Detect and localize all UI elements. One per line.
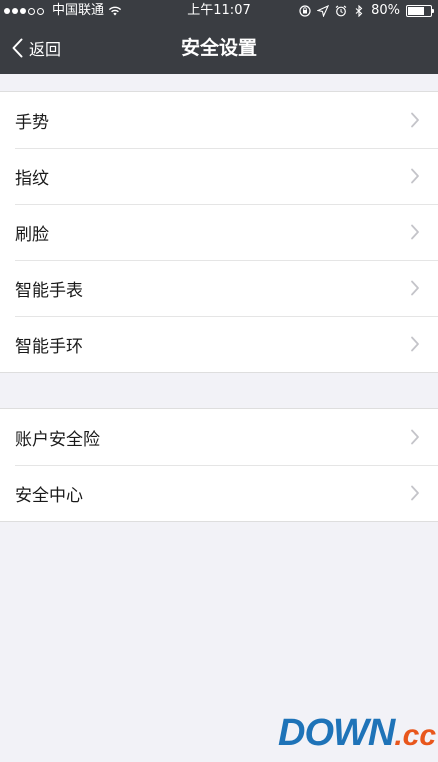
location-icon <box>317 5 330 17</box>
settings-row-smartwatch[interactable]: 智能手表 <box>0 260 438 316</box>
settings-row-fingerprint[interactable]: 指纹 <box>0 148 438 204</box>
row-label: 智能手表 <box>15 280 83 301</box>
chevron-right-icon <box>411 112 419 128</box>
settings-row-account-insurance[interactable]: 账户安全险 <box>0 409 438 465</box>
row-label: 刷脸 <box>15 224 49 245</box>
top-bar: 中国联通 上午11:07 80% 返回 安全设置 <box>0 0 438 74</box>
battery-icon <box>406 5 434 17</box>
battery-fill <box>408 7 424 15</box>
chevron-right-icon <box>411 429 419 445</box>
chevron-right-icon <box>411 168 419 184</box>
settings-group-account: 账户安全险 安全中心 <box>0 408 438 522</box>
chevron-right-icon <box>411 224 419 240</box>
settings-row-security-center[interactable]: 安全中心 <box>0 465 438 521</box>
settings-group-biometric: 手势 指纹 刷脸 智能手表 智能手环 <box>0 91 438 373</box>
orientation-lock-icon <box>299 5 311 17</box>
alarm-icon <box>335 5 347 17</box>
chevron-right-icon <box>411 485 419 501</box>
settings-row-face[interactable]: 刷脸 <box>0 204 438 260</box>
chevron-right-icon <box>411 280 419 296</box>
status-right: 80% <box>299 0 434 22</box>
watermark-logo: DOWN.cc <box>278 712 436 756</box>
watermark-suffix-text: .cc <box>394 719 437 752</box>
row-label: 账户安全险 <box>15 429 100 450</box>
row-label: 指纹 <box>15 168 49 189</box>
row-label: 安全中心 <box>15 485 83 506</box>
status-bar: 中国联通 上午11:07 80% <box>0 0 438 22</box>
bluetooth-icon <box>355 5 363 17</box>
chevron-right-icon <box>411 336 419 352</box>
watermark-main-text: DOWN <box>278 712 395 754</box>
navigation-bar: 返回 安全设置 <box>0 22 438 74</box>
settings-row-gesture[interactable]: 手势 <box>0 92 438 148</box>
row-label: 手势 <box>15 112 49 133</box>
battery-percent: 80% <box>371 3 400 18</box>
settings-row-smartband[interactable]: 智能手环 <box>0 316 438 372</box>
row-label: 智能手环 <box>15 336 83 357</box>
page-title: 安全设置 <box>180 37 257 59</box>
